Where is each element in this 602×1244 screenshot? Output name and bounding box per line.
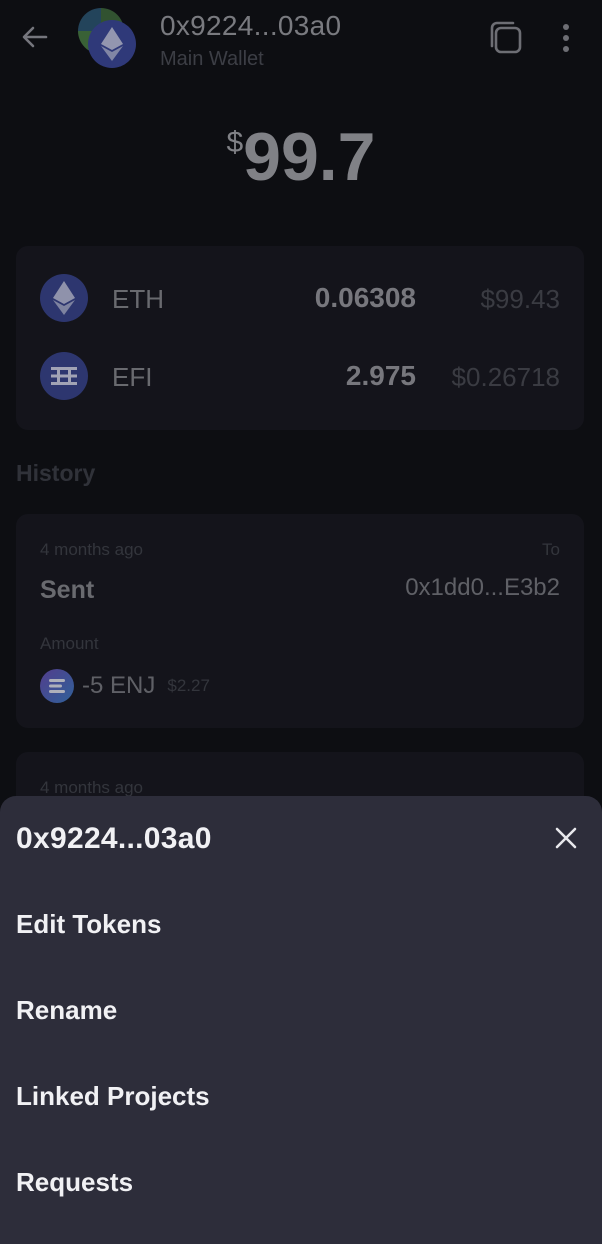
close-icon [555, 827, 577, 849]
screen: 0x9224...03a0 Main Wallet $99.7 ETH 0.06… [0, 0, 602, 1244]
menu-item-requests[interactable]: Requests [16, 1154, 586, 1210]
wallet-options-sheet: 0x9224...03a0 Edit Tokens Rename Linked … [0, 796, 602, 1244]
close-button[interactable] [548, 820, 584, 856]
menu-item-edit-tokens[interactable]: Edit Tokens [16, 896, 586, 952]
sheet-title: 0x9224...03a0 [16, 822, 212, 855]
menu-item-linked-projects[interactable]: Linked Projects [16, 1068, 586, 1124]
menu-item-rename[interactable]: Rename [16, 982, 586, 1038]
